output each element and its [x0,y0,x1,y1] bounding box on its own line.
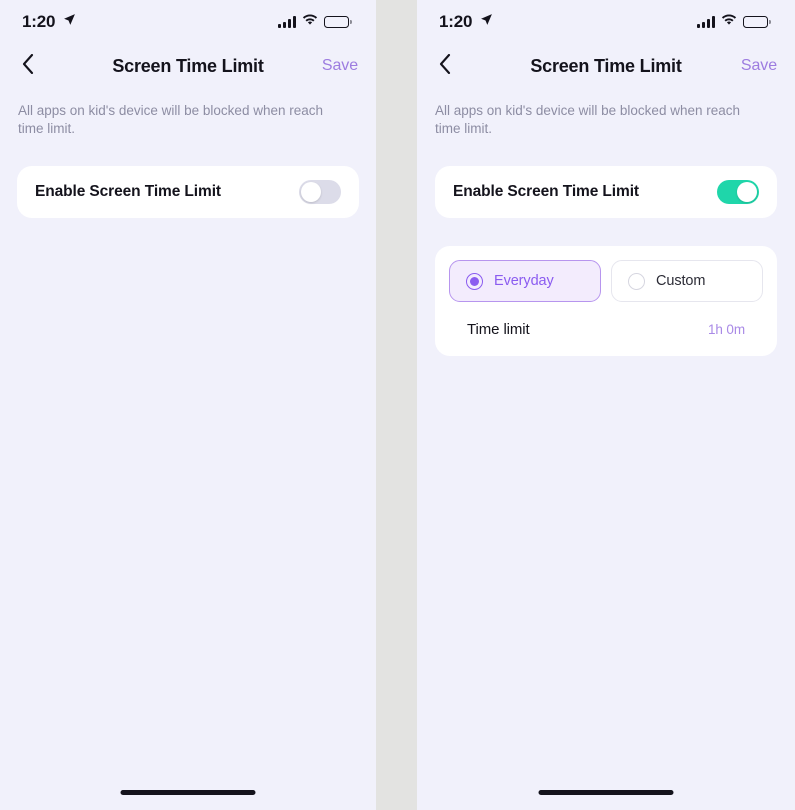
toggle-knob [737,182,757,202]
phone-screen-disabled: 1:20 Screen Time Limit Save All apps on … [0,0,376,810]
description-text: All apps on kid's device will be blocked… [435,103,740,136]
battery-full-icon [323,15,352,29]
toggle-knob [301,182,321,202]
save-button[interactable]: Save [322,57,358,75]
home-indicator-right [538,790,674,795]
chevron-left-icon [439,53,451,79]
enable-card-right: Enable Screen Time Limit [435,166,777,218]
panel-divider [376,0,417,810]
enable-screen-time-limit-label: Enable Screen Time Limit [453,183,639,200]
dual-screenshot-stage: 1:20 Screen Time Limit Save All apps on … [0,0,795,810]
wifi-icon [302,13,318,31]
time-limit-value[interactable]: 1h 0m [708,322,745,337]
schedule-option-everyday-label: Everyday [494,273,554,289]
schedule-option-custom-label: Custom [656,273,706,289]
back-button[interactable] [439,51,465,81]
status-bar-right-group [277,13,352,31]
status-time: 1:20 [439,12,473,31]
radio-custom-icon [628,272,645,290]
time-limit-label: Time limit [467,320,530,338]
cellular-bars-icon [696,16,715,28]
cellular-bars-icon [277,16,296,28]
radio-everyday-icon [466,272,483,290]
nav-bar-left: Screen Time Limit Save [0,44,376,88]
wifi-icon [721,13,737,31]
status-time: 1:20 [22,12,56,31]
enable-card-left: Enable Screen Time Limit [17,166,359,218]
phone-screen-enabled: 1:20 Screen Time Limit Save All apps on … [417,0,795,810]
battery-full-icon [742,15,771,29]
time-limit-row[interactable]: Time limit 1h 0m [449,302,763,356]
status-bar-left: 1:20 [0,0,376,44]
status-bar-left-group: 1:20 [439,12,493,32]
schedule-option-custom[interactable]: Custom [611,260,763,302]
page-title: Screen Time Limit [530,55,682,76]
home-indicator-left [120,790,256,795]
page-title: Screen Time Limit [112,55,264,76]
status-bar-right-group [696,13,771,31]
nav-bar-right: Screen Time Limit Save [417,44,795,88]
enable-screen-time-limit-toggle[interactable] [717,180,759,204]
chevron-left-icon [22,53,34,79]
enable-screen-time-limit-row[interactable]: Enable Screen Time Limit [17,166,359,218]
save-button[interactable]: Save [741,57,777,75]
schedule-mode-group: Everyday Custom [449,260,763,302]
location-arrow-icon [63,13,76,31]
schedule-card: Everyday Custom Time limit 1h 0m [435,246,777,356]
status-bar-right: 1:20 [417,0,795,44]
enable-screen-time-limit-toggle[interactable] [299,180,341,204]
schedule-option-everyday[interactable]: Everyday [449,260,601,302]
location-arrow-icon [480,13,493,31]
enable-screen-time-limit-row[interactable]: Enable Screen Time Limit [435,166,777,218]
enable-screen-time-limit-label: Enable Screen Time Limit [35,183,221,200]
status-bar-left-group: 1:20 [22,12,76,32]
back-button[interactable] [22,51,48,81]
description-text: All apps on kid's device will be blocked… [18,103,323,136]
